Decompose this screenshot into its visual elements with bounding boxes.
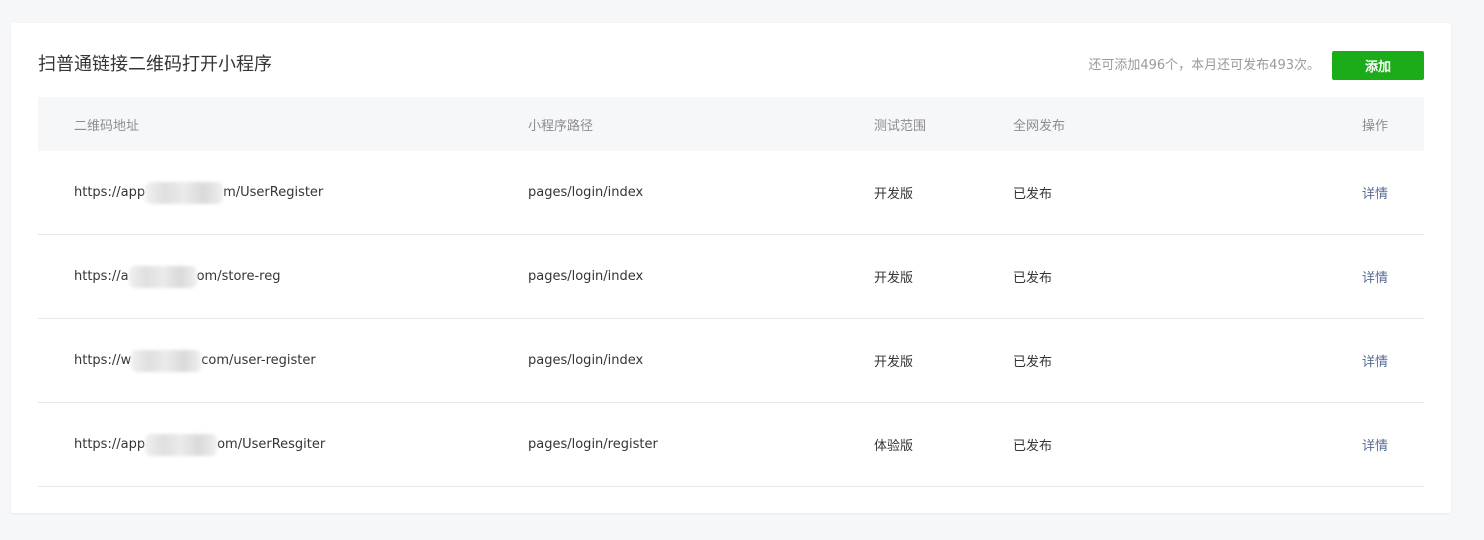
url-suffix: com/user-register bbox=[201, 353, 316, 368]
details-link[interactable]: 详情 bbox=[1362, 351, 1388, 370]
column-header-publish: 全网发布 bbox=[1013, 118, 1066, 134]
qrcode-url-cell: https://a om/store-reg bbox=[74, 235, 280, 318]
table-row: https://app m/UserRegister pages/login/i… bbox=[38, 151, 1424, 235]
qrcode-table: 二维码地址 小程序路径 测试范围 全网发布 操作 https://app m/U… bbox=[38, 97, 1424, 487]
redacted-blur bbox=[145, 181, 224, 204]
details-link[interactable]: 详情 bbox=[1362, 183, 1388, 202]
table-header: 二维码地址 小程序路径 测试范围 全网发布 操作 bbox=[38, 97, 1424, 151]
qrcode-url-cell: https://app om/UserResgiter bbox=[74, 403, 325, 486]
quota-text: 还可添加496个，本月还可发布493次。 bbox=[1088, 58, 1320, 73]
publish-status-cell: 已发布 bbox=[1013, 355, 1053, 370]
url-prefix: https://app bbox=[74, 185, 146, 200]
publish-status-cell: 已发布 bbox=[1013, 271, 1053, 286]
test-scope-cell: 开发版 bbox=[874, 187, 914, 202]
table-row: https://a om/store-reg pages/login/index… bbox=[38, 235, 1424, 319]
url-prefix: https://w bbox=[74, 353, 132, 368]
action-cell: 详情 bbox=[1362, 235, 1388, 318]
miniprogram-path-cell: pages/login/index bbox=[528, 353, 644, 368]
miniprogram-path-cell: pages/login/index bbox=[528, 269, 644, 284]
url-suffix: m/UserRegister bbox=[223, 185, 324, 200]
url-prefix: https://a bbox=[74, 269, 129, 284]
url-suffix: om/UserResgiter bbox=[217, 437, 326, 452]
publish-status-cell: 已发布 bbox=[1013, 187, 1053, 202]
test-scope-cell: 开发版 bbox=[874, 355, 914, 370]
url-suffix: om/store-reg bbox=[196, 269, 281, 284]
qrcode-rules-panel: 扫普通链接二维码打开小程序 还可添加496个，本月还可发布493次。 添加 二维… bbox=[11, 23, 1451, 513]
table-row: https://w com/user-register pages/login/… bbox=[38, 319, 1424, 403]
publish-status-cell: 已发布 bbox=[1013, 439, 1053, 454]
redacted-blur bbox=[131, 349, 202, 372]
qrcode-url-cell: https://app m/UserRegister bbox=[74, 151, 323, 234]
page-title: 扫普通链接二维码打开小程序 bbox=[38, 54, 272, 75]
table-row: https://app om/UserResgiter pages/login/… bbox=[38, 403, 1424, 487]
details-link[interactable]: 详情 bbox=[1362, 267, 1388, 286]
miniprogram-path-cell: pages/login/index bbox=[528, 185, 644, 200]
action-cell: 详情 bbox=[1362, 319, 1388, 402]
test-scope-cell: 开发版 bbox=[874, 271, 914, 286]
redacted-blur bbox=[145, 433, 218, 456]
miniprogram-path-cell: pages/login/register bbox=[528, 437, 658, 452]
column-header-test-scope: 测试范围 bbox=[874, 118, 927, 134]
panel-header: 扫普通链接二维码打开小程序 还可添加496个，本月还可发布493次。 添加 bbox=[38, 51, 1424, 81]
column-header-actions: 操作 bbox=[1361, 118, 1388, 134]
add-button[interactable]: 添加 bbox=[1332, 51, 1424, 80]
url-prefix: https://app bbox=[74, 437, 146, 452]
column-header-path: 小程序路径 bbox=[528, 118, 594, 134]
redacted-blur bbox=[128, 265, 197, 288]
column-header-url: 二维码地址 bbox=[74, 118, 140, 134]
action-cell: 详情 bbox=[1362, 151, 1388, 234]
details-link[interactable]: 详情 bbox=[1362, 435, 1388, 454]
test-scope-cell: 体验版 bbox=[874, 439, 914, 454]
action-cell: 详情 bbox=[1362, 403, 1388, 486]
qrcode-url-cell: https://w com/user-register bbox=[74, 319, 316, 402]
